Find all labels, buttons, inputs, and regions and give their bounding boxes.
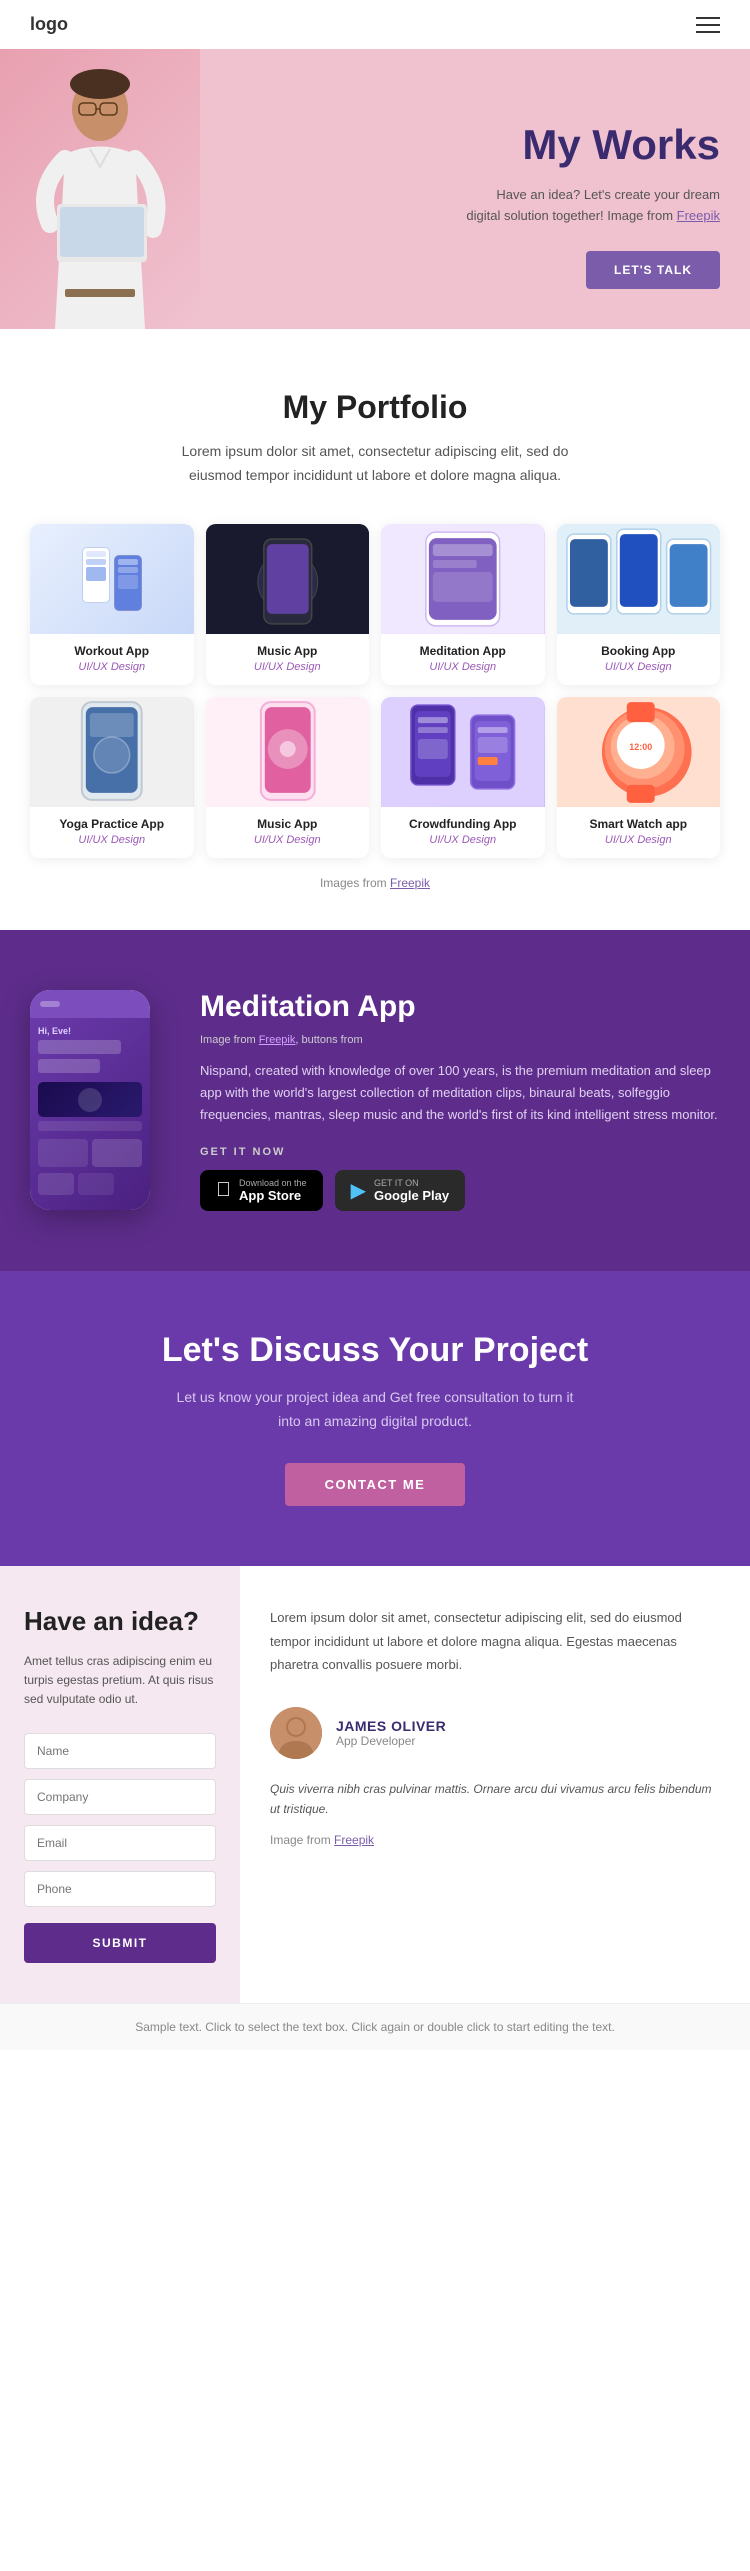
playstore-button[interactable]: ▶ GET IT ON Google Play <box>335 1170 466 1211</box>
hero-title: My Works <box>522 121 720 169</box>
svg-text:12:00: 12:00 <box>629 742 652 752</box>
meditation-app-title: Meditation App <box>200 990 720 1024</box>
apple-icon:  <box>216 1179 231 1202</box>
hamburger-menu[interactable] <box>696 17 720 33</box>
yoga-app-type: UI/UX Design <box>38 834 186 846</box>
meditation-content: Meditation App Image from Freepik, butto… <box>200 990 720 1211</box>
freepik-portfolio-link[interactable]: Freepik <box>390 876 430 890</box>
lets-talk-button[interactable]: LET'S TALK <box>586 251 720 289</box>
store-buttons:  Download on the App Store ▶ GET IT ON … <box>200 1170 720 1211</box>
music2-app-type: UI/UX Design <box>214 834 362 846</box>
hero-content: My Works Have an idea? Let's create your… <box>200 81 720 329</box>
hero-subtitle: Have an idea? Let's create your dream di… <box>460 185 720 227</box>
idea-form-panel: Have an idea? Amet tellus cras adipiscin… <box>0 1566 240 2003</box>
hero-image <box>0 49 200 329</box>
idea-title: Have an idea? <box>24 1606 216 1637</box>
portfolio-item-booking[interactable]: Booking App UI/UX Design <box>557 524 721 685</box>
portfolio-section: My Portfolio Lorem ipsum dolor sit amet,… <box>0 329 750 930</box>
meditation-description: Nispand, created with knowledge of over … <box>200 1060 720 1126</box>
portfolio-title: My Portfolio <box>30 389 720 426</box>
music1-app-name: Music App <box>214 644 362 658</box>
portfolio-item-yoga[interactable]: Yoga Practice App UI/UX Design <box>30 697 194 858</box>
watch-app-name: Smart Watch app <box>565 817 713 831</box>
discuss-title: Let's Discuss Your Project <box>30 1331 720 1370</box>
watch-app-type: UI/UX Design <box>565 834 713 846</box>
playstore-big-text: Google Play <box>374 1188 449 1203</box>
appstore-big-text: App Store <box>239 1188 307 1203</box>
idea-right-text: Lorem ipsum dolor sit amet, consectetur … <box>270 1606 720 1676</box>
idea-section: Have an idea? Amet tellus cras adipiscin… <box>0 1566 750 2003</box>
music2-app-name: Music App <box>214 817 362 831</box>
discussion-section: Let's Discuss Your Project Let us know y… <box>0 1271 750 1567</box>
play-icon: ▶ <box>351 1178 366 1203</box>
footer-note: Sample text. Click to select the text bo… <box>0 2003 750 2050</box>
author-quote: Quis viverra nibh cras pulvinar mattis. … <box>270 1779 720 1820</box>
appstore-small-text: Download on the <box>239 1178 307 1188</box>
freepik-link[interactable]: Freepik <box>677 208 720 223</box>
hero-section: My Works Have an idea? Let's create your… <box>0 49 750 329</box>
author-role: App Developer <box>336 1734 446 1748</box>
portfolio-item-workout[interactable]: Workout App UI/UX Design <box>30 524 194 685</box>
logo: logo <box>30 14 68 35</box>
phone-input[interactable] <box>24 1871 216 1907</box>
portfolio-grid: Workout App UI/UX Design Music App UI <box>30 524 720 858</box>
company-input[interactable] <box>24 1779 216 1815</box>
booking-app-name: Booking App <box>565 644 713 658</box>
portfolio-item-music1[interactable]: Music App UI/UX Design <box>206 524 370 685</box>
portfolio-subtitle: Lorem ipsum dolor sit amet, consectetur … <box>165 440 585 488</box>
booking-app-type: UI/UX Design <box>565 661 713 673</box>
author-image-credit: Image from Freepik <box>270 1833 720 1847</box>
submit-button[interactable]: SUBMIT <box>24 1923 216 1963</box>
meditation-app-section: Hi, Eve! Meditati <box>0 930 750 1271</box>
portfolio-item-watch[interactable]: 12:00 Smart Watch app UI/UX Design <box>557 697 721 858</box>
idea-subtitle: Amet tellus cras adipiscing enim eu turp… <box>24 1652 216 1710</box>
crowd-app-type: UI/UX Design <box>389 834 537 846</box>
email-input[interactable] <box>24 1825 216 1861</box>
portfolio-item-music2[interactable]: Music App UI/UX Design <box>206 697 370 858</box>
portfolio-item-crowd[interactable]: Crowdfunding App UI/UX Design <box>381 697 545 858</box>
contact-me-button[interactable]: CONTACT ME <box>285 1463 466 1506</box>
yoga-app-name: Yoga Practice App <box>38 817 186 831</box>
author-name: JAMES OLIVER <box>336 1718 446 1734</box>
meditation-phone-mockup: Hi, Eve! <box>30 990 160 1210</box>
crowd-app-name: Crowdfunding App <box>389 817 537 831</box>
name-input[interactable] <box>24 1733 216 1769</box>
workout-app-type: UI/UX Design <box>38 661 186 673</box>
meditation-app-type: UI/UX Design <box>389 661 537 673</box>
header: logo <box>0 0 750 49</box>
meditation-app-name: Meditation App <box>389 644 537 658</box>
discuss-subtitle: Let us know your project idea and Get fr… <box>175 1386 575 1434</box>
appstore-button[interactable]:  Download on the App Store <box>200 1170 323 1211</box>
music1-app-type: UI/UX Design <box>214 661 362 673</box>
portfolio-item-meditation[interactable]: Meditation App UI/UX Design <box>381 524 545 685</box>
idea-right-panel: Lorem ipsum dolor sit amet, consectetur … <box>240 1566 750 2003</box>
workout-app-name: Workout App <box>38 644 186 658</box>
get-it-label: GET IT NOW <box>200 1146 720 1158</box>
author-card: JAMES OLIVER App Developer <box>270 1707 720 1759</box>
playstore-small-text: GET IT ON <box>374 1178 449 1188</box>
freepik-meditation-link[interactable]: Freepik <box>259 1034 296 1046</box>
freepik-author-link[interactable]: Freepik <box>334 1833 374 1847</box>
images-credit: Images from Freepik <box>30 876 720 890</box>
meditation-image-credit: Image from Freepik, buttons from <box>200 1034 720 1046</box>
author-avatar <box>270 1707 322 1759</box>
